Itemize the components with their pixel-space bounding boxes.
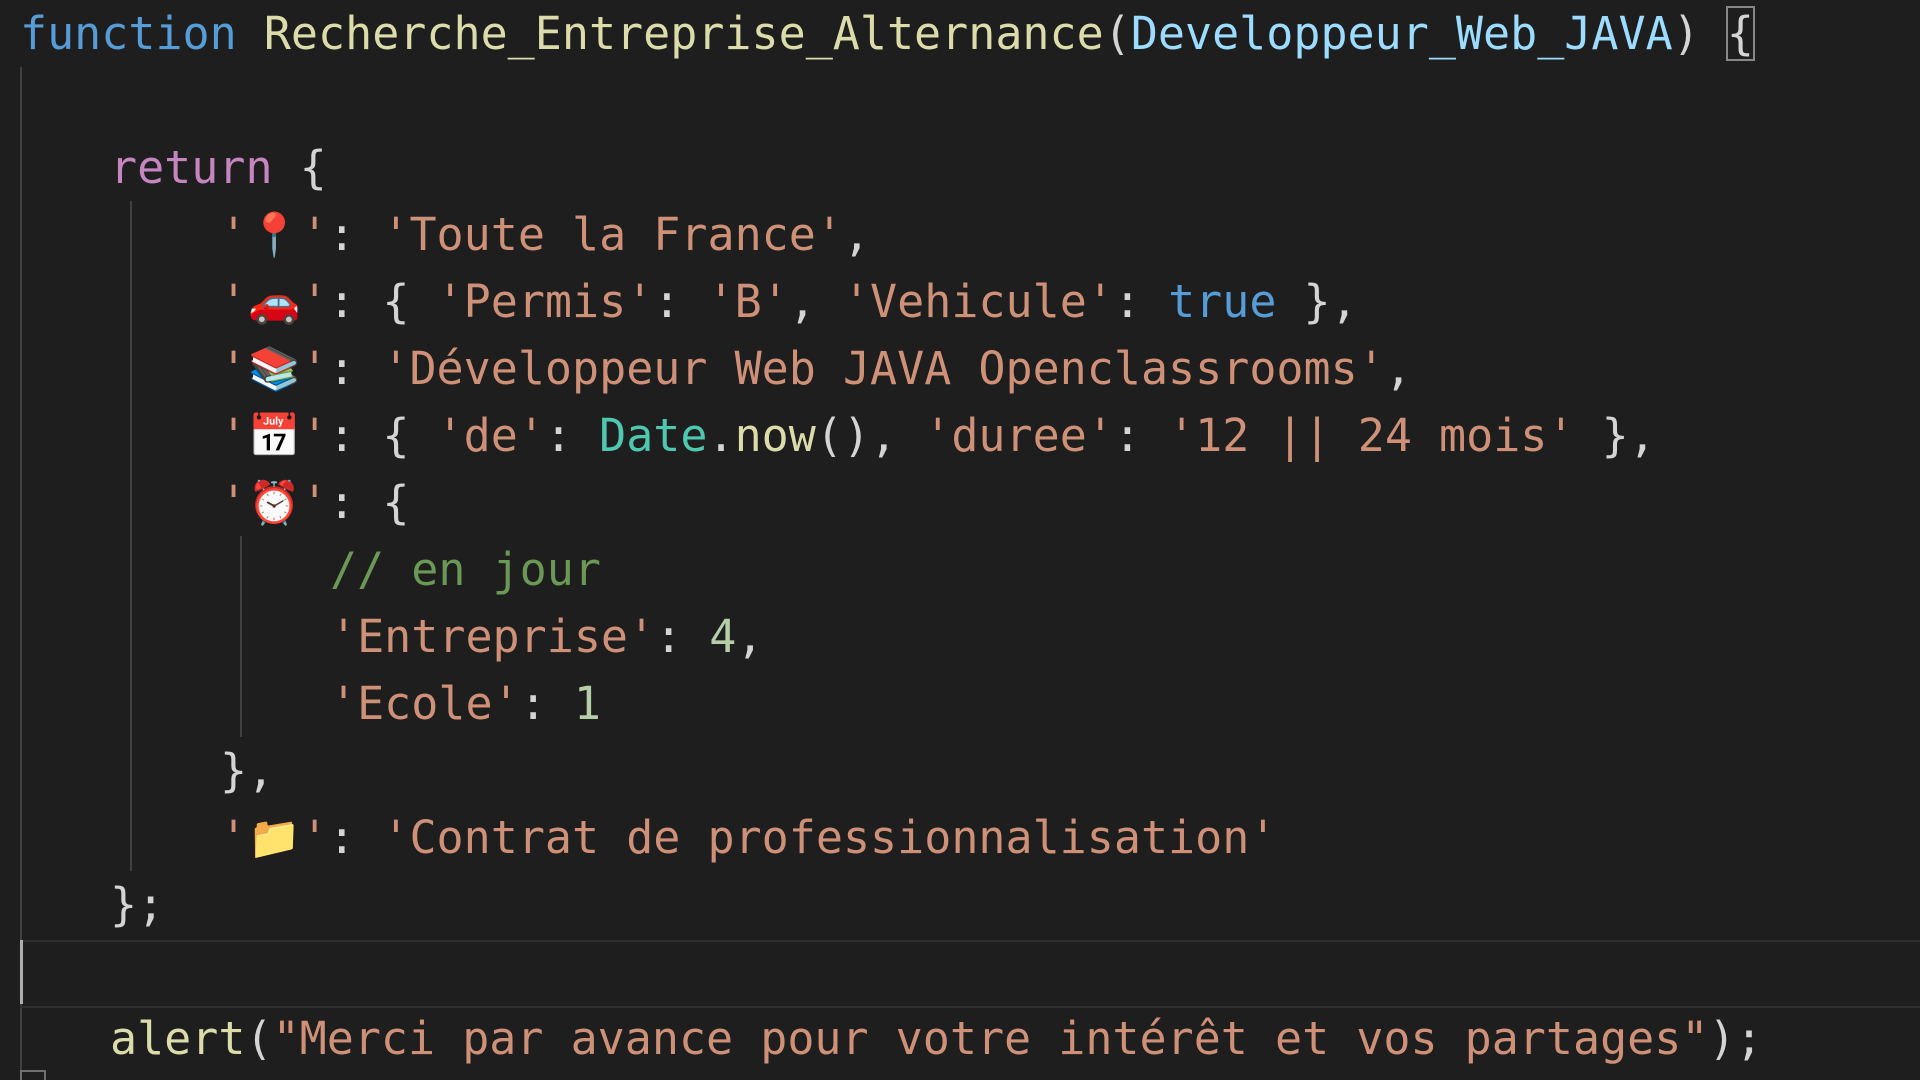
books-icon: 📚 [247,344,301,393]
code-line-8: '⏰': { [0,469,1920,536]
formation-value: 'Développeur Web JAVA Openclassrooms' [382,342,1385,395]
location-value: 'Toute la France' [382,208,843,261]
function-keyword: function [20,7,237,60]
vehicule-value: true [1168,275,1277,328]
calendar-icon: 📅 [247,411,301,460]
text-cursor [20,940,23,1004]
code-editor[interactable]: function Recherche_Entreprise_Alternance… [0,0,1920,1080]
matching-brace: { [1725,6,1755,61]
entreprise-value: 4 [709,610,737,663]
code-line-13: '📁': 'Contrat de professionnalisation' [0,804,1920,871]
code-line-3: return { [110,141,327,194]
alert-message: "Merci par avance pour votre intérêt et … [272,1012,1709,1065]
ecole-value: 1 [573,677,601,730]
now-method: now [734,409,816,462]
code-line-16: alert("Merci par avance pour votre intér… [110,1012,1763,1065]
alert-function: alert [110,1012,246,1065]
car-icon: 🚗 [247,277,301,326]
code-line-9: // en jour [0,536,1920,603]
code-line-4: '📍': 'Toute la France', [0,201,1920,268]
duree-value: '12 || 24 mois' [1168,409,1575,462]
permis-value: 'B' [707,275,789,328]
code-line-12: }, [220,744,275,797]
entreprise-key: 'Entreprise' [330,610,656,663]
fold-marker[interactable] [20,1070,46,1080]
code-line-11: 'Ecole': 1 [330,677,601,730]
return-keyword: return [110,141,273,194]
ecole-key: 'Ecole' [330,677,520,730]
permis-key: 'Permis' [436,275,654,328]
de-key: 'de' [436,409,545,462]
code-line-1: function Recherche_Entreprise_Alternance… [20,6,1755,61]
code-line-6: '📚': 'Développeur Web JAVA Openclassroom… [0,335,1920,402]
code-line-5: '🚗': { 'Permis': 'B', 'Vehicule': true }… [0,268,1920,335]
pin-icon: 📍 [247,210,301,259]
code-line-10: 'Entreprise': 4, [330,610,764,663]
code-line-7: '📅': { 'de': Date.now(), 'duree': '12 ||… [0,402,1920,469]
alarm-clock-icon: ⏰ [247,478,301,527]
code-line-14: }; [110,878,165,931]
date-type: Date [599,409,708,462]
folder-icon: 📁 [247,813,301,862]
vehicule-key: 'Vehicule' [842,275,1114,328]
function-name: Recherche_Entreprise_Alternance [263,7,1104,60]
current-line-highlight [20,940,1920,1008]
contrat-value: 'Contrat de professionnalisation' [382,811,1277,864]
function-parameter: Developpeur_Web_JAVA [1130,7,1673,60]
comment: // en jour [330,543,601,596]
duree-key: 'duree' [924,409,1114,462]
